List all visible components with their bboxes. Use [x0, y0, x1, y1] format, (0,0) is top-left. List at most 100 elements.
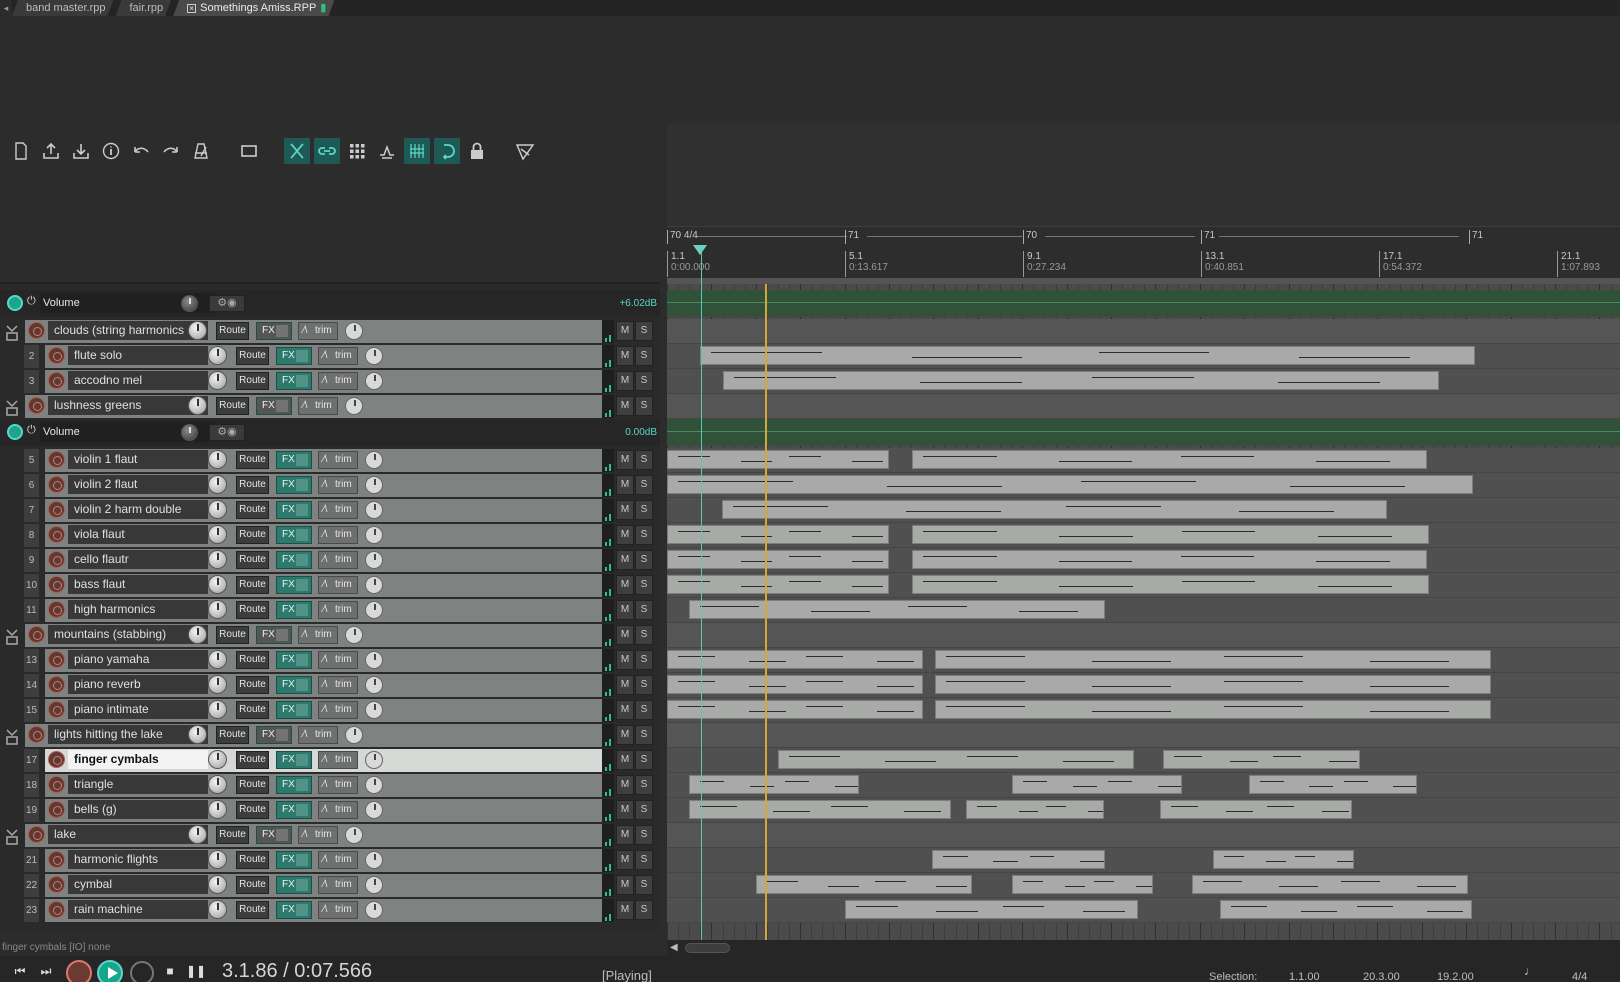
route-button[interactable]: Route [236, 751, 269, 769]
volume-knob[interactable] [208, 600, 227, 619]
mute-button[interactable]: M [616, 450, 634, 470]
track-lane[interactable] [667, 573, 1620, 598]
record-arm-button[interactable] [48, 751, 65, 768]
track-lane[interactable] [667, 748, 1620, 773]
trim-envelope-button[interactable]: trim [318, 347, 358, 365]
record-arm-button[interactable] [48, 601, 65, 618]
volume-knob[interactable] [208, 575, 227, 594]
solo-button[interactable]: S [635, 550, 653, 570]
route-button[interactable]: Route [236, 851, 269, 869]
midi-item[interactable] [667, 650, 923, 669]
track-name[interactable]: rain machine [68, 900, 208, 919]
tab-scroll-left-icon[interactable]: ◂ [0, 0, 12, 16]
mute-button[interactable]: M [616, 650, 634, 670]
fx-button[interactable]: FX [276, 876, 312, 894]
fx-button[interactable]: FX [276, 776, 312, 794]
mute-button[interactable]: M [616, 321, 634, 341]
tab-band-master[interactable]: band master.rpp [12, 0, 114, 16]
track-row[interactable]: 19 bells (g) Route FX trim MS [0, 798, 660, 823]
pan-knob[interactable] [345, 397, 363, 415]
envelope-level-knob[interactable] [181, 424, 198, 441]
midi-item[interactable] [1192, 875, 1468, 894]
solo-button[interactable]: S [635, 650, 653, 670]
route-button[interactable]: Route [236, 451, 269, 469]
pan-knob[interactable] [365, 701, 383, 719]
folder-collapse-icon[interactable] [2, 725, 20, 746]
record-arm-button[interactable] [48, 776, 65, 793]
track-name[interactable]: harmonic flights [68, 850, 208, 869]
midi-item[interactable] [935, 700, 1491, 719]
pan-knob[interactable] [365, 901, 383, 919]
solo-button[interactable]: S [635, 475, 653, 495]
midi-item[interactable] [756, 875, 972, 894]
scroll-thumb[interactable] [685, 943, 730, 953]
track-number[interactable]: 2 [24, 345, 39, 368]
solo-button[interactable]: S [635, 500, 653, 520]
envelope-link-icon[interactable] [374, 138, 400, 164]
track-name[interactable]: lake [48, 825, 208, 844]
track-row[interactable]: 21 harmonic flights Route FX trim MS [0, 848, 660, 873]
mute-button[interactable]: M [616, 775, 634, 795]
track-name[interactable]: high harmonics [68, 600, 208, 619]
trim-envelope-button[interactable]: trim [318, 851, 358, 869]
trim-envelope-button[interactable]: trim [318, 576, 358, 594]
envelope-lane[interactable] [667, 290, 1620, 317]
trim-envelope-button[interactable]: trim [298, 626, 338, 644]
tempo-marker[interactable]: 71 [1201, 230, 1215, 244]
auto-crossfade-icon[interactable] [236, 138, 262, 164]
track-lane[interactable] [667, 523, 1620, 548]
route-button[interactable]: Route [216, 397, 249, 415]
solo-button[interactable]: S [635, 346, 653, 366]
mute-button[interactable]: M [616, 825, 634, 845]
track-name[interactable]: bass flaut [68, 575, 208, 594]
fx-button[interactable]: FX [276, 347, 312, 365]
folder-track[interactable]: lushness greens Route FX trim MS [0, 394, 660, 419]
track-number[interactable]: 17 [24, 749, 39, 772]
volume-knob[interactable] [208, 700, 227, 719]
track-number[interactable]: 18 [24, 774, 39, 797]
track-number[interactable]: 14 [24, 674, 39, 697]
tempo-marker[interactable]: 71 [845, 230, 859, 244]
volume-knob[interactable] [188, 321, 207, 340]
solo-button[interactable]: S [635, 825, 653, 845]
record-arm-button[interactable] [28, 626, 45, 643]
record-arm-button[interactable] [48, 576, 65, 593]
track-lane[interactable] [667, 698, 1620, 723]
track-lane[interactable] [667, 898, 1620, 923]
power-icon[interactable]: ⏻ [27, 424, 36, 437]
midi-item[interactable] [912, 550, 1427, 569]
midi-item[interactable] [722, 500, 1387, 519]
volume-knob[interactable] [188, 825, 207, 844]
folder-track[interactable]: lake Route FX trim MS [0, 823, 660, 848]
mute-button[interactable]: M [616, 850, 634, 870]
fx-button[interactable]: FX [256, 826, 292, 844]
midi-item[interactable] [1249, 775, 1417, 794]
undo-icon[interactable] [128, 138, 154, 164]
track-row[interactable]: 7 violin 2 harm double Route FX trim MS [0, 498, 660, 523]
horizontal-scrollbar[interactable]: ◀ [667, 940, 1620, 956]
mute-button[interactable]: M [616, 625, 634, 645]
volume-knob[interactable] [208, 850, 227, 869]
track-number[interactable]: 19 [24, 799, 39, 822]
record-arm-button[interactable] [48, 551, 65, 568]
track-row[interactable]: 13 piano yamaha Route FX trim MS [0, 648, 660, 673]
route-button[interactable]: Route [216, 726, 249, 744]
new-project-icon[interactable] [8, 138, 34, 164]
folder-track[interactable]: lights hitting the lake Route FX trim MS [0, 723, 660, 748]
folder-track[interactable]: mountains (stabbing) Route FX trim MS [0, 623, 660, 648]
fx-button[interactable]: FX [276, 451, 312, 469]
trim-envelope-button[interactable]: trim [298, 726, 338, 744]
record-arm-button[interactable] [48, 901, 65, 918]
close-icon[interactable]: × [187, 4, 196, 13]
track-number[interactable]: 5 [24, 449, 39, 472]
solo-button[interactable]: S [635, 625, 653, 645]
midi-item[interactable] [778, 750, 1134, 769]
track-number[interactable]: 11 [24, 599, 39, 622]
track-name[interactable]: mountains (stabbing) [48, 625, 208, 644]
midi-item[interactable] [912, 450, 1427, 469]
volume-knob[interactable] [208, 346, 227, 365]
solo-button[interactable]: S [635, 371, 653, 391]
trim-envelope-button[interactable]: trim [318, 876, 358, 894]
metronome-small-icon[interactable]: ♩ [1520, 964, 1540, 982]
record-arm-button[interactable] [28, 726, 45, 743]
